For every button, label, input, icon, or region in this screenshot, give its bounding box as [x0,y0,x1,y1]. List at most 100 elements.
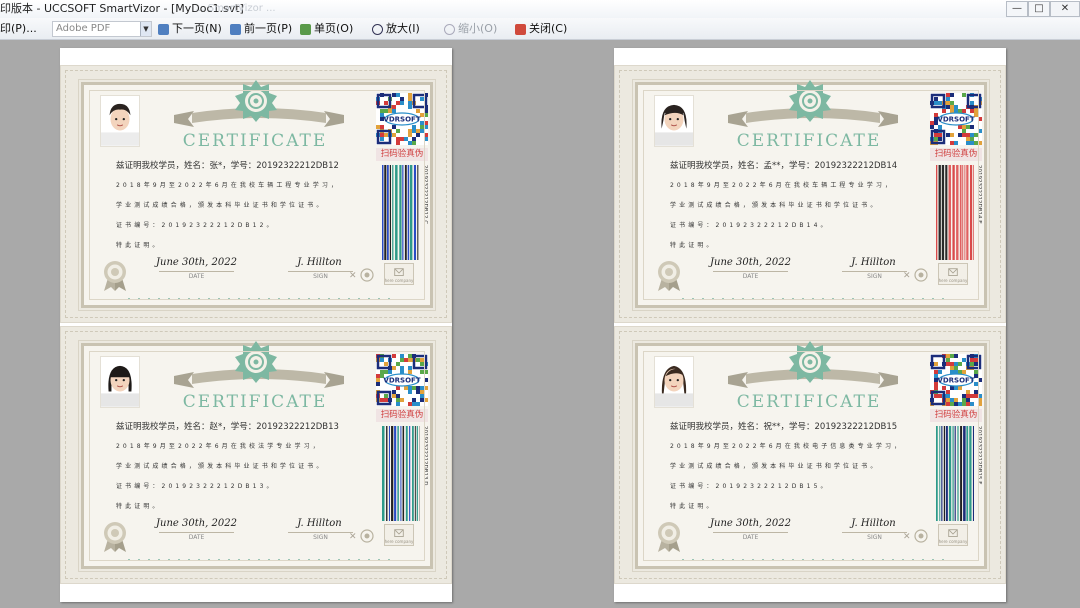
chevron-down-icon[interactable]: ▼ [140,22,151,36]
qr-logo-text: VDRSOFT [937,116,974,124]
close-label: 关闭(C) [529,22,568,35]
sign-label: SIGN [313,534,328,541]
seal-icon [104,261,126,291]
qr-code: VDRSOFT [376,354,428,406]
closing-line: 特 此 证 明 。 [670,503,714,510]
certificate-title: CERTIFICATE [182,392,328,412]
award-line: 学 业 测 试 成 绩 合 格 ， 颁 发 本 科 毕 业 证 书 和 学 位 … [116,463,323,470]
certificate-body: 兹证明我校学员，姓名：孟**，学号：20192322212DB14 2 0 1 … [670,159,920,260]
date-label: DATE [188,534,205,541]
page-left: CERTIFICATE VDRSOFT 扫码验真伪 20192322212DB1… [60,48,452,602]
barcode [382,165,419,260]
single-page-button[interactable]: 单页(O) [300,20,353,38]
certificate-body: 兹证明我校学员，姓名：祝**，学号：20192322212DB15 2 0 1 … [670,420,920,521]
date-signature: June 30th, 2022 [156,257,237,268]
cert-number-line: 证 书 编 号 ： 2 0 1 9 2 3 2 2 2 1 2 D B 1 4 … [670,222,828,229]
qr-code: VDRSOFT [930,93,982,145]
barcode-number: 20192322212DB12 C [422,165,428,225]
date-line [159,532,234,533]
zoom-out-button[interactable]: 缩小(O) [444,20,497,38]
verify-label: 扫码验真伪 [376,148,428,161]
ornament-icon: ✕ [903,529,928,543]
preview-workspace[interactable]: CERTIFICATE VDRSOFT 扫码验真伪 20192322212DB1… [0,41,1080,608]
certificate-frame: CERTIFICATE VDRSOFT 扫码验真伪 20192322212DB1… [632,79,990,311]
company-stamp [938,524,968,546]
sign-label: SIGN [867,273,882,280]
certificate-card: CERTIFICATE VDRSOFT 扫码验真伪 20192322212DB1… [614,326,1006,584]
seal-icon [658,261,680,291]
barcode-number: 20192322212DB14 E [976,165,982,224]
seal-icon [658,522,680,552]
verify-label: 扫码验真伪 [930,409,982,422]
next-page-button[interactable]: 下一页(N) [158,20,222,38]
company-stamp [938,263,968,285]
emblem-icon [235,341,277,383]
ribbon-banner [728,369,898,388]
portrait-avatar [655,104,693,146]
svg-text:✕: ✕ [349,271,357,281]
closing-line: 特 此 证 明 。 [116,242,160,249]
study-period-line: 2 0 1 8 年 9 月 至 2 0 2 2 年 6 月 在 我 校 电 子 … [670,443,901,450]
svg-text:✕: ✕ [903,532,911,542]
print-button[interactable]: 印(P)... [0,20,37,38]
maximize-button[interactable]: □ [1028,1,1050,17]
qr-logo-text: VDRSOFT [383,377,420,385]
student-photo [654,95,694,147]
envelope-icon [394,529,404,537]
date-label: DATE [742,273,759,280]
name-signature: J. Hillton [297,257,342,268]
close-window-button[interactable]: ✕ [1050,1,1080,17]
certificate-body: 兹证明我校学员，姓名：张*，学号：20192322212DB12 2 0 1 8… [116,159,366,260]
student-photo [100,356,140,408]
zoom-out-label: 缩小(O) [458,22,498,35]
envelope-icon [948,268,958,276]
ornament-icon: ✕ [349,529,374,543]
emblem-icon [235,80,277,122]
dot-divider [682,298,944,300]
date-label: DATE [188,273,205,280]
seal-icon [104,522,126,552]
zoom-in-label: 放大(I) [386,22,420,35]
portrait-avatar [655,365,693,407]
prev-page-button[interactable]: 前一页(P) [230,20,292,38]
title-ghost-text: ... SmartVizor ... [195,3,276,14]
student-line: 兹证明我校学员，姓名：孟**，学号：20192322212DB14 [670,161,898,171]
print-label: 印(P)... [0,22,37,35]
stamp-label: here company [938,539,968,544]
verify-label: 扫码验真伪 [376,409,428,422]
certificate-frame: CERTIFICATE VDRSOFT 扫码验真伪 20192322212DB1… [632,340,990,572]
barcode [936,426,974,521]
minimize-button[interactable]: — [1006,1,1028,17]
sign-label: SIGN [313,273,328,280]
zoom-in-icon [372,23,383,35]
date-line [713,532,788,533]
sign-line [842,532,907,533]
page-right: CERTIFICATE VDRSOFT 扫码验真伪 20192322212DB1… [614,48,1006,602]
verify-label: 扫码验真伪 [930,148,982,161]
prev-page-label: 前一页(P) [244,22,293,35]
emblem-icon [789,80,831,122]
zoom-in-button[interactable]: 放大(I) [372,20,420,38]
envelope-icon [394,268,404,276]
sign-label: SIGN [867,534,882,541]
student-line: 兹证明我校学员，姓名：赵*，学号：20192322212DB13 [116,422,339,432]
sign-line [288,532,353,533]
ornament-icon: ✕ [903,268,928,282]
printer-select[interactable]: Adobe PDF ▼ [52,21,152,37]
envelope-icon [948,529,958,537]
cert-number-line: 证 书 编 号 ： 2 0 1 9 2 3 2 2 2 1 2 D B 1 3 … [116,483,274,490]
date-line [159,271,234,272]
closing-line: 特 此 证 明 。 [670,242,714,249]
certificate-body: 兹证明我校学员，姓名：赵*，学号：20192322212DB13 2 0 1 8… [116,420,366,521]
ribbon-banner [174,108,344,127]
qr-logo-text: VDRSOFT [383,116,420,124]
award-line: 学 业 测 试 成 绩 合 格 ， 颁 发 本 科 毕 业 证 书 和 学 位 … [670,202,877,209]
stamp-label: here company [938,278,968,283]
name-signature: J. Hillton [851,518,896,529]
close-preview-button[interactable]: 关闭(C) [515,20,567,38]
cert-number-line: 证 书 编 号 ： 2 0 1 9 2 3 2 2 2 1 2 D B 1 5 … [670,483,828,490]
title-bar: 印版本 - UCCSOFT SmartVizor - [MyDoc1.svt] … [0,0,1080,18]
dot-divider [682,559,944,561]
barcode [936,165,974,260]
emblem-icon [789,341,831,383]
